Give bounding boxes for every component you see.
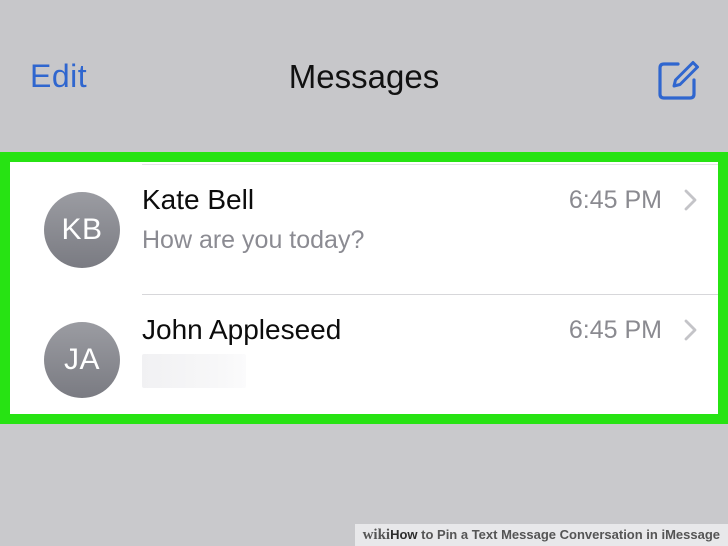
contact-name: John Appleseed	[142, 314, 342, 345]
banner-how-text: How	[390, 527, 418, 542]
compose-icon	[658, 61, 699, 100]
banner-title-text: to Pin a Text Message Conversation in iM…	[417, 527, 720, 542]
message-time: 6:45 PM	[568, 316, 662, 344]
contact-name: Kate Bell	[142, 184, 255, 215]
conversation-row-kate-bell[interactable]: KB Kate Bell 6:45 PM How are you today?	[10, 162, 718, 292]
message-time: 6:45 PM	[568, 186, 662, 214]
avatar: KB	[44, 192, 120, 268]
page-title: Messages	[288, 58, 440, 95]
chevron-right-icon	[684, 319, 697, 341]
navigation-bar: Edit Messages	[0, 0, 728, 150]
compose-button[interactable]	[656, 58, 700, 102]
avatar: JA	[44, 322, 120, 398]
chevron-right-icon	[684, 189, 697, 211]
source-banner: wikiHow to Pin a Text Message Conversati…	[354, 524, 728, 546]
wiki-logo-text: wiki	[362, 527, 391, 543]
message-preview-placeholder	[142, 354, 246, 388]
conversation-list: KB Kate Bell 6:45 PM How are you today? …	[0, 152, 728, 424]
conversation-row-john-appleseed[interactable]: JA John Appleseed 6:45 PM	[10, 292, 718, 414]
message-preview: How are you today?	[142, 226, 365, 254]
